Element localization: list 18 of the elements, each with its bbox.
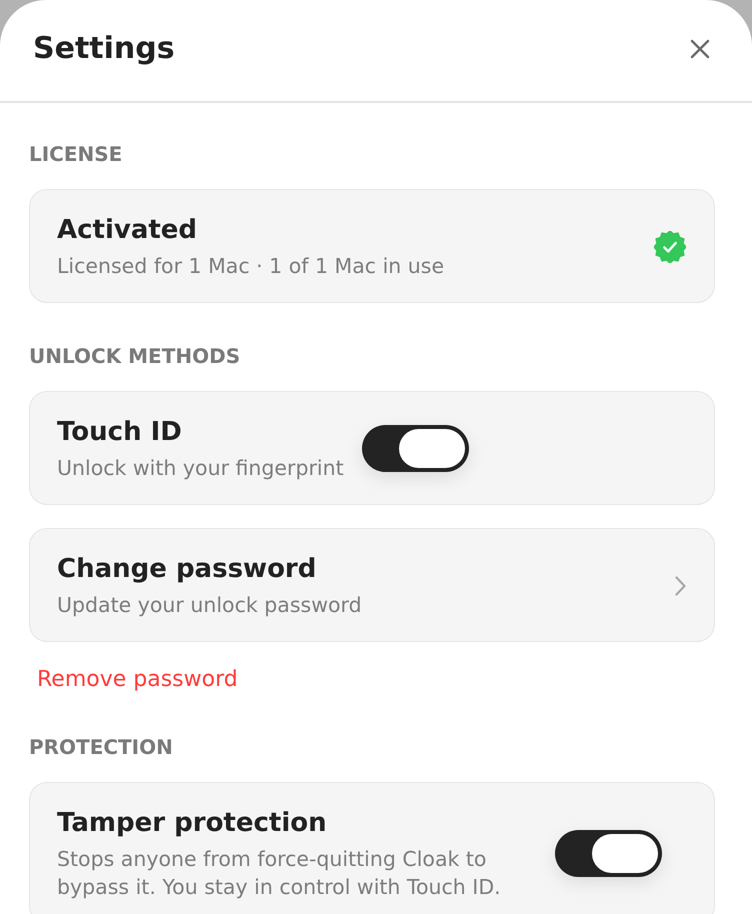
close-icon: [690, 38, 710, 58]
settings-row[interactable]: Change password Update your unlock password: [29, 528, 715, 642]
card-title: Activated: [57, 214, 198, 247]
card-title: Touch ID: [57, 416, 182, 449]
card-title: Tamper protection: [57, 807, 327, 840]
card-subtitle: Stops anyone from force-quitting Cloak to bypass it. You stay in control with Touch ID.: [57, 846, 502, 901]
panel-title: Settings: [33, 34, 175, 64]
section-heading: LICENSE: [29, 141, 122, 167]
section-heading: PROTECTION: [29, 734, 173, 760]
section-heading: UNLOCK METHODS: [29, 343, 240, 369]
card-subtitle: Licensed for 1 Mac · 1 of 1 Mac in use: [57, 253, 444, 280]
card-subtitle: Update your unlock password: [57, 592, 362, 619]
remove-password-link[interactable]: Remove password: [37, 666, 238, 694]
chevron-right-icon: [675, 576, 686, 596]
toggle-switch[interactable]: [362, 425, 469, 472]
card-title: Change password: [57, 553, 316, 586]
toggle-switch[interactable]: [555, 830, 662, 877]
card-subtitle: Unlock with your fingerprint: [57, 455, 344, 482]
